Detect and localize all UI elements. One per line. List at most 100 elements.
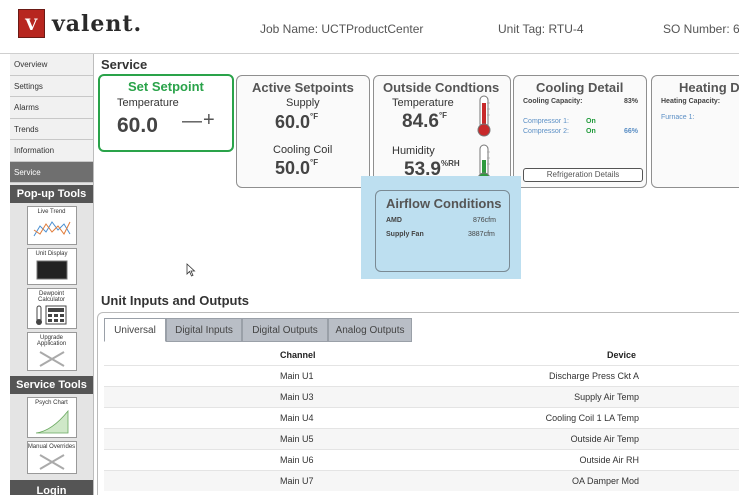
amd-value: 876cfm <box>473 217 496 224</box>
table-cell-device: Cooling Coil 1 LA Temp <box>545 413 639 423</box>
table-cell-device: Discharge Press Ckt A <box>548 371 639 381</box>
furnace-1-label: Furnace 1: <box>661 114 695 121</box>
mouse-cursor-icon <box>186 263 196 277</box>
manual-overrides-tool[interactable]: Manual Overrides <box>26 441 77 474</box>
io-section-title: Unit Inputs and Outputs <box>101 293 250 308</box>
table-cell-channel: Main U7 <box>280 476 314 486</box>
table-cell-channel: Main U5 <box>280 434 314 444</box>
dewpoint-calculator-tool[interactable]: Dewpoint Calculator <box>26 288 77 329</box>
outside-humidity-unit: %RH <box>440 159 460 168</box>
unit-display-label: Unit Display <box>35 251 68 257</box>
app-window: V valent. Job Name: UCTProductCenter Uni… <box>0 0 739 495</box>
compressor-2-label: Compressor 2: <box>523 128 569 135</box>
sidebar-item-service[interactable]: Service <box>10 161 93 183</box>
outside-conditions-card: Outside Condtions Temperature 84.6°F Hum… <box>373 75 511 188</box>
psych-chart-label: Psych Chart <box>35 400 68 406</box>
compressor-2-value: 66% <box>624 128 639 135</box>
heating-capacity-label: Heating Capacity: <box>661 98 721 105</box>
table-row: Main U6 Outside Air RH <box>104 449 739 470</box>
upgrade-application-tool[interactable]: Upgrade Application <box>26 332 77 371</box>
setpoint-decrease-button[interactable]: — <box>182 110 202 133</box>
live-trend-icon <box>33 221 70 237</box>
table-row: Main U3 Supply Air Temp <box>104 386 739 407</box>
logo-mark: V <box>18 9 45 38</box>
airflow-conditions-title: Airflow Conditions <box>386 196 502 211</box>
set-setpoint-title: Set Setpoint <box>128 79 204 94</box>
psych-chart-tool[interactable]: Psych Chart <box>26 397 77 438</box>
table-cell-channel: Main U4 <box>280 413 314 423</box>
heating-detail-title: Heating D <box>679 80 739 95</box>
service-tools-header: Service Tools <box>10 376 93 394</box>
table-cell-device: Outside Air Temp <box>570 434 639 444</box>
amd-label: AMD <box>386 217 402 224</box>
unit-display-tool[interactable]: Unit Display <box>26 248 77 285</box>
supply-setpoint: 60.0°F <box>275 112 318 133</box>
table-cell-device: Supply Air Temp <box>574 392 639 402</box>
tab-digital-inputs[interactable]: Digital Inputs <box>166 318 242 342</box>
table-row: Main U4 Cooling Coil 1 LA Temp <box>104 407 739 428</box>
dewpoint-calculator-label: Dewpoint Calculator <box>37 291 65 303</box>
setpoint-increase-button[interactable]: + <box>203 109 215 132</box>
outside-conditions-title: Outside Condtions <box>383 80 500 95</box>
upgrade-application-label: Upgrade Application <box>36 335 67 347</box>
table-row: Main U1 Discharge Press Ckt A <box>104 365 739 386</box>
active-setpoints-title: Active Setpoints <box>252 80 354 95</box>
unit-display-icon <box>36 260 67 280</box>
calculator-icon <box>35 305 66 325</box>
humidity-label: Humidity <box>392 145 435 157</box>
compressor-2-status: On <box>586 128 596 135</box>
table-cell-device: OA Damper Mod <box>571 476 639 486</box>
outside-temperature-unit: °F <box>438 111 448 120</box>
cooling-coil-setpoint: 50.0°F <box>275 158 318 179</box>
manual-overrides-label: Manual Overrides <box>27 444 76 450</box>
compressor-1-label: Compressor 1: <box>523 118 569 125</box>
page-title: Service <box>101 57 148 72</box>
tab-analog-outputs[interactable]: Analog Outputs <box>328 318 412 342</box>
supply-fan-label: Supply Fan <box>386 231 424 238</box>
tab-digital-outputs[interactable]: Digital Outputs <box>242 318 328 342</box>
column-header-device: Device <box>607 350 637 360</box>
supply-setpoint-unit: °F <box>310 112 319 121</box>
sidebar-item-alarms[interactable]: Alarms <box>10 97 93 119</box>
login-button[interactable]: Login <box>10 480 93 495</box>
tools-icon <box>38 454 65 470</box>
logo-mark-letter: V <box>25 15 38 34</box>
setpoint-temperature-label: Temperature <box>117 97 179 109</box>
column-header-channel: Channel <box>280 350 316 360</box>
unit-tag: Unit Tag: RTU-4 <box>498 22 584 36</box>
set-setpoint-card: Set Setpoint Temperature 60.0 — + <box>98 74 234 152</box>
cooling-coil-label: Cooling Coil <box>273 144 333 156</box>
supply-fan-value: 3887cfm <box>468 231 495 238</box>
heating-detail-card: Heating D Heating Capacity: Furnace 1: <box>651 75 739 188</box>
tools-icon <box>38 351 65 367</box>
table-cell-device: Outside Air RH <box>579 455 639 465</box>
active-setpoints-card: Active Setpoints Supply 60.0°F Cooling C… <box>236 75 370 188</box>
cooling-detail-title: Cooling Detail <box>536 80 624 95</box>
table-cell-channel: Main U6 <box>280 455 314 465</box>
tab-universal[interactable]: Universal <box>104 318 166 342</box>
table-row: Main U5 Outside Air Temp <box>104 428 739 449</box>
job-name: Job Name: UCTProductCenter <box>260 22 424 36</box>
psych-chart-icon <box>35 409 68 434</box>
sidebar-item-information[interactable]: Information <box>10 140 93 162</box>
popup-tools-header: Pop-up Tools <box>10 185 93 203</box>
sidebar-item-overview[interactable]: Overview <box>10 54 93 76</box>
so-number: SO Number: 6 <box>663 22 739 36</box>
cooling-coil-value: 50.0 <box>275 158 311 178</box>
logo-text: valent. <box>52 11 143 37</box>
supply-label: Supply <box>286 97 320 109</box>
table-cell-channel: Main U3 <box>280 392 314 402</box>
live-trend-tool[interactable]: Live Trend <box>26 206 77 245</box>
sidebar-item-settings[interactable]: Settings <box>10 75 93 97</box>
table-row: Main U7 OA Damper Mod <box>104 470 739 491</box>
supply-setpoint-value: 60.0 <box>275 112 311 132</box>
cooling-detail-card: Cooling Detail Cooling Capacity: 83% Com… <box>513 75 647 188</box>
sidebar-item-trends[interactable]: Trends <box>10 118 93 140</box>
cooling-capacity-value: 83% <box>624 98 639 105</box>
sidebar: Overview Settings Alarms Trends Informat… <box>10 54 94 495</box>
table-cell-channel: Main U1 <box>280 371 314 381</box>
outside-temperature-label: Temperature <box>392 97 454 109</box>
refrigeration-details-button[interactable]: Refrigeration Details <box>523 168 643 182</box>
live-trend-label: Live Trend <box>37 209 66 215</box>
cooling-capacity-label: Cooling Capacity: <box>523 98 583 105</box>
